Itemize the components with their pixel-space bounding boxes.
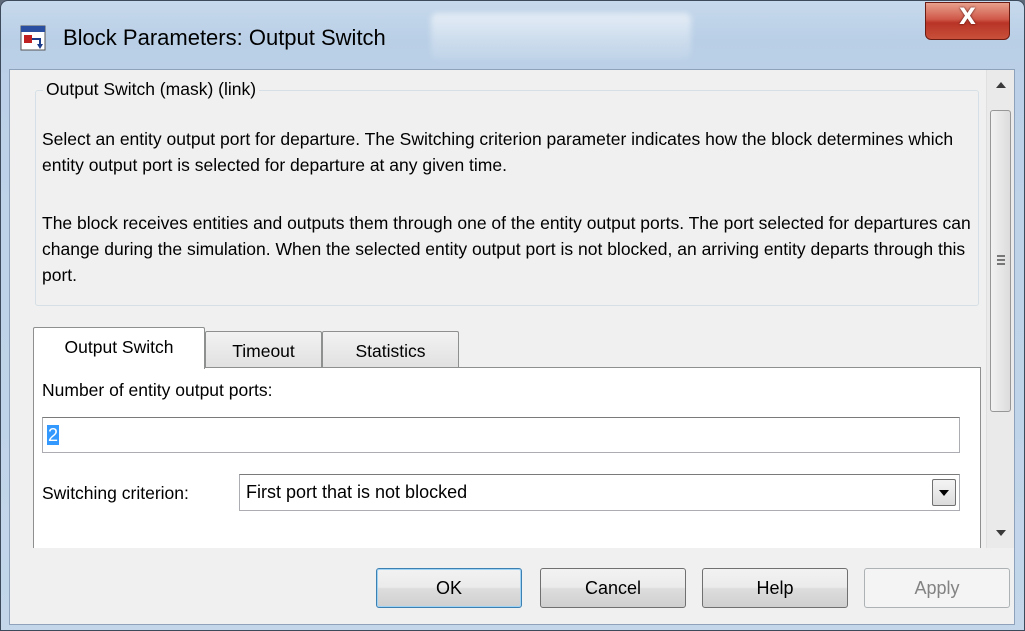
help-button[interactable]: Help	[702, 568, 848, 608]
scroll-down-icon[interactable]	[987, 518, 1014, 548]
vertical-scrollbar[interactable]	[986, 70, 1014, 548]
dialog-client-area: Output Switch (mask) (link) Select an en…	[9, 69, 1015, 625]
num-ports-value: 2	[47, 425, 60, 445]
description-paragraph-2: The block receives entities and outputs …	[42, 213, 971, 285]
scroll-up-icon[interactable]	[987, 70, 1014, 100]
tab-panel-output-switch: Number of entity output ports: 2 Switchi…	[33, 367, 981, 549]
dialog-window: Block Parameters: Output Switch X Output…	[0, 0, 1025, 631]
close-button[interactable]: X	[925, 2, 1010, 40]
close-icon: X	[959, 5, 976, 30]
criterion-value: First port that is not blocked	[246, 482, 468, 502]
dropdown-arrow-icon[interactable]	[932, 479, 956, 506]
title-bar-reflection	[431, 13, 691, 59]
cancel-button[interactable]: Cancel	[540, 568, 686, 608]
tab-statistics[interactable]: Statistics	[322, 331, 459, 369]
title-bar[interactable]: Block Parameters: Output Switch X	[1, 1, 1024, 69]
block-parameters-icon	[20, 25, 46, 51]
grip-icon	[997, 255, 1005, 265]
ok-button[interactable]: OK	[376, 568, 522, 608]
tab-output-switch[interactable]: Output Switch	[33, 327, 205, 369]
scroll-content: Output Switch (mask) (link) Select an en…	[10, 70, 986, 549]
tab-timeout[interactable]: Timeout	[205, 331, 322, 369]
description-paragraph-1: Select an entity output port for departu…	[42, 129, 954, 175]
criterion-select[interactable]: First port that is not blocked	[239, 474, 960, 511]
apply-button: Apply	[864, 568, 1010, 608]
window-title: Block Parameters: Output Switch	[63, 25, 386, 50]
scrollbar-thumb[interactable]	[990, 110, 1011, 412]
parameter-tabs: Output Switch Timeout Statistics Number …	[33, 327, 981, 549]
num-ports-label: Number of entity output ports:	[42, 380, 273, 400]
criterion-label: Switching criterion:	[42, 483, 189, 503]
button-bar: OK Cancel Help Apply	[10, 548, 1014, 624]
num-ports-input[interactable]: 2	[42, 417, 960, 453]
description-legend: Output Switch (mask) (link)	[43, 79, 260, 100]
